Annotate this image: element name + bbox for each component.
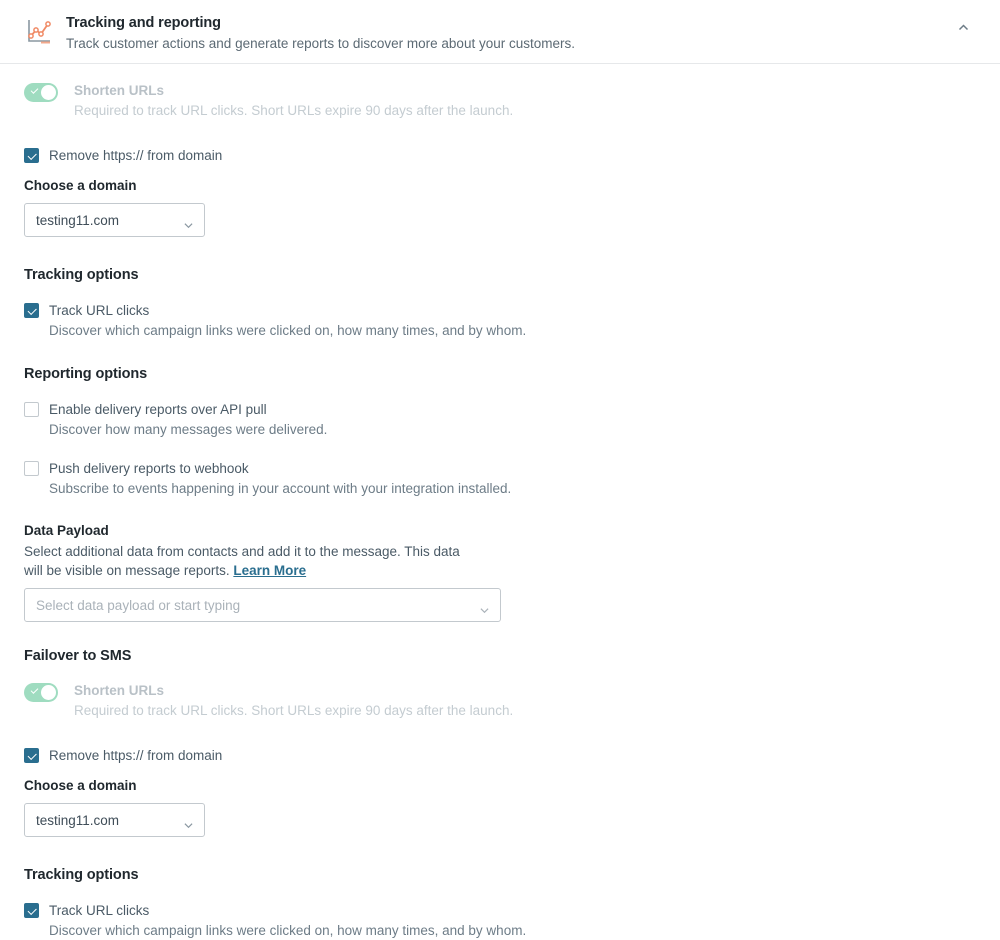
reporting-options-heading: Reporting options — [24, 366, 148, 382]
data-payload-field: Data Payload Select additional data from… — [24, 522, 976, 622]
failover-track-url-clicks-description: Discover which campaign links were click… — [49, 923, 527, 938]
failover-remove-https-row[interactable]: Remove https:// from domain — [24, 746, 976, 765]
shorten-urls-toggle[interactable] — [24, 83, 58, 102]
failover-to-sms-heading: Failover to SMS — [24, 648, 132, 664]
choose-domain-value: testing11.com — [36, 212, 120, 228]
failover-choose-domain-label: Choose a domain — [24, 778, 137, 793]
failover-choose-domain-value: testing11.com — [36, 812, 120, 828]
failover-remove-https-label: Remove https:// from domain — [49, 748, 223, 763]
track-url-clicks-label: Track URL clicks — [49, 303, 150, 318]
failover-track-url-clicks-label: Track URL clicks — [49, 903, 150, 918]
chevron-up-icon — [957, 21, 970, 37]
api-pull-reports-label: Enable delivery reports over API pull — [49, 402, 267, 417]
data-payload-label: Data Payload — [24, 523, 109, 538]
webhook-reports-checkbox[interactable] — [24, 461, 39, 476]
check-icon — [30, 686, 39, 694]
line-chart-icon — [24, 16, 54, 46]
failover-remove-https-checkbox[interactable] — [24, 748, 39, 763]
chevron-down-icon — [184, 817, 193, 829]
collapse-panel-button[interactable] — [950, 16, 976, 42]
track-url-clicks-row[interactable]: Track URL clicks — [24, 301, 976, 320]
failover-choose-domain-select[interactable]: testing11.com — [24, 803, 205, 837]
data-payload-placeholder: Select data payload or start typing — [36, 597, 241, 613]
failover-shorten-urls-label: Shorten URLs — [74, 683, 165, 698]
failover-tracking-options-heading: Tracking options — [24, 867, 139, 883]
toggle-knob — [41, 685, 56, 700]
page-title: Tracking and reporting — [66, 15, 221, 31]
remove-https-row[interactable]: Remove https:// from domain — [24, 146, 976, 165]
shorten-urls-label: Shorten URLs — [74, 83, 165, 98]
failover-shorten-urls-toggle-row: Shorten URLs Required to track URL click… — [24, 682, 976, 720]
check-icon — [30, 86, 39, 94]
failover-track-url-clicks-row[interactable]: Track URL clicks — [24, 901, 976, 920]
api-pull-reports-description: Discover how many messages were delivere… — [49, 422, 328, 437]
chevron-down-icon — [184, 217, 193, 229]
email-tracking-options-heading: Tracking options — [24, 267, 139, 283]
track-url-clicks-checkbox[interactable] — [24, 303, 39, 318]
webhook-reports-label: Push delivery reports to webhook — [49, 461, 249, 476]
shorten-urls-toggle-row: Shorten URLs Required to track URL click… — [24, 82, 976, 120]
chevron-down-icon — [480, 602, 489, 614]
webhook-reports-description: Subscribe to events happening in your ac… — [49, 481, 512, 496]
page-subtitle: Track customer actions and generate repo… — [66, 36, 575, 51]
data-payload-select[interactable]: Select data payload or start typing — [24, 588, 501, 622]
data-payload-description: Select additional data from contacts and… — [24, 542, 476, 580]
track-url-clicks-description: Discover which campaign links were click… — [49, 323, 527, 338]
failover-domain-field: Choose a domain testing11.com — [24, 777, 976, 837]
api-pull-reports-row[interactable]: Enable delivery reports over API pull — [24, 400, 976, 419]
email-domain-field: Choose a domain testing11.com — [24, 177, 976, 237]
choose-domain-label: Choose a domain — [24, 178, 137, 193]
choose-domain-select[interactable]: testing11.com — [24, 203, 205, 237]
api-pull-reports-checkbox[interactable] — [24, 402, 39, 417]
failover-shorten-urls-description: Required to track URL clicks. Short URLs… — [74, 703, 514, 718]
failover-track-url-clicks-checkbox[interactable] — [24, 903, 39, 918]
failover-shorten-urls-toggle[interactable] — [24, 683, 58, 702]
shorten-urls-description: Required to track URL clicks. Short URLs… — [74, 103, 514, 118]
panel-header-text: Tracking and reporting Track customer ac… — [66, 14, 950, 53]
remove-https-checkbox[interactable] — [24, 148, 39, 163]
remove-https-label: Remove https:// from domain — [49, 148, 223, 163]
panel-header: Tracking and reporting Track customer ac… — [0, 0, 1000, 64]
panel-body: Shorten URLs Required to track URL click… — [0, 64, 1000, 940]
webhook-reports-row[interactable]: Push delivery reports to webhook — [24, 459, 976, 478]
learn-more-link[interactable]: Learn More — [233, 563, 306, 578]
toggle-knob — [41, 85, 56, 100]
